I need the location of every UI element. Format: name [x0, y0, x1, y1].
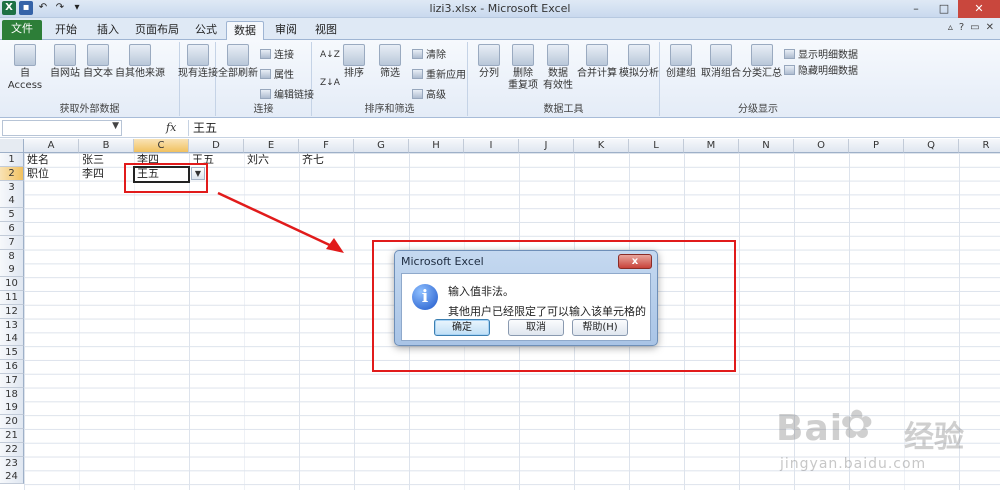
annotation-arrow-head: [326, 238, 344, 253]
help-button[interactable]: 帮助(H): [572, 319, 628, 336]
dialog-message-title: 输入值非法。: [448, 285, 514, 298]
ok-button[interactable]: 确定: [434, 319, 490, 336]
baidu-watermark: Bai ✿ 经验 jingyan.baidu.com: [776, 400, 996, 486]
info-icon: i: [412, 284, 438, 310]
dialog-body: i 输入值非法。 其他用户已经限定了可以输入该单元格的数值。 确定 取消 帮助(…: [401, 273, 651, 341]
dialog-close-button[interactable]: x: [618, 254, 652, 269]
baidu-paw-icon: ✿: [840, 402, 874, 448]
watermark-brand-cn: 经验: [904, 420, 964, 455]
annotation-arrow-line: [217, 191, 337, 250]
watermark-brand: Bai: [776, 408, 844, 449]
dialog-title: Microsoft Excel: [401, 255, 484, 268]
error-dialog: Microsoft Excel x i 输入值非法。 其他用户已经限定了可以输入…: [394, 250, 658, 346]
cancel-button[interactable]: 取消: [508, 319, 564, 336]
watermark-url: jingyan.baidu.com: [780, 456, 927, 472]
